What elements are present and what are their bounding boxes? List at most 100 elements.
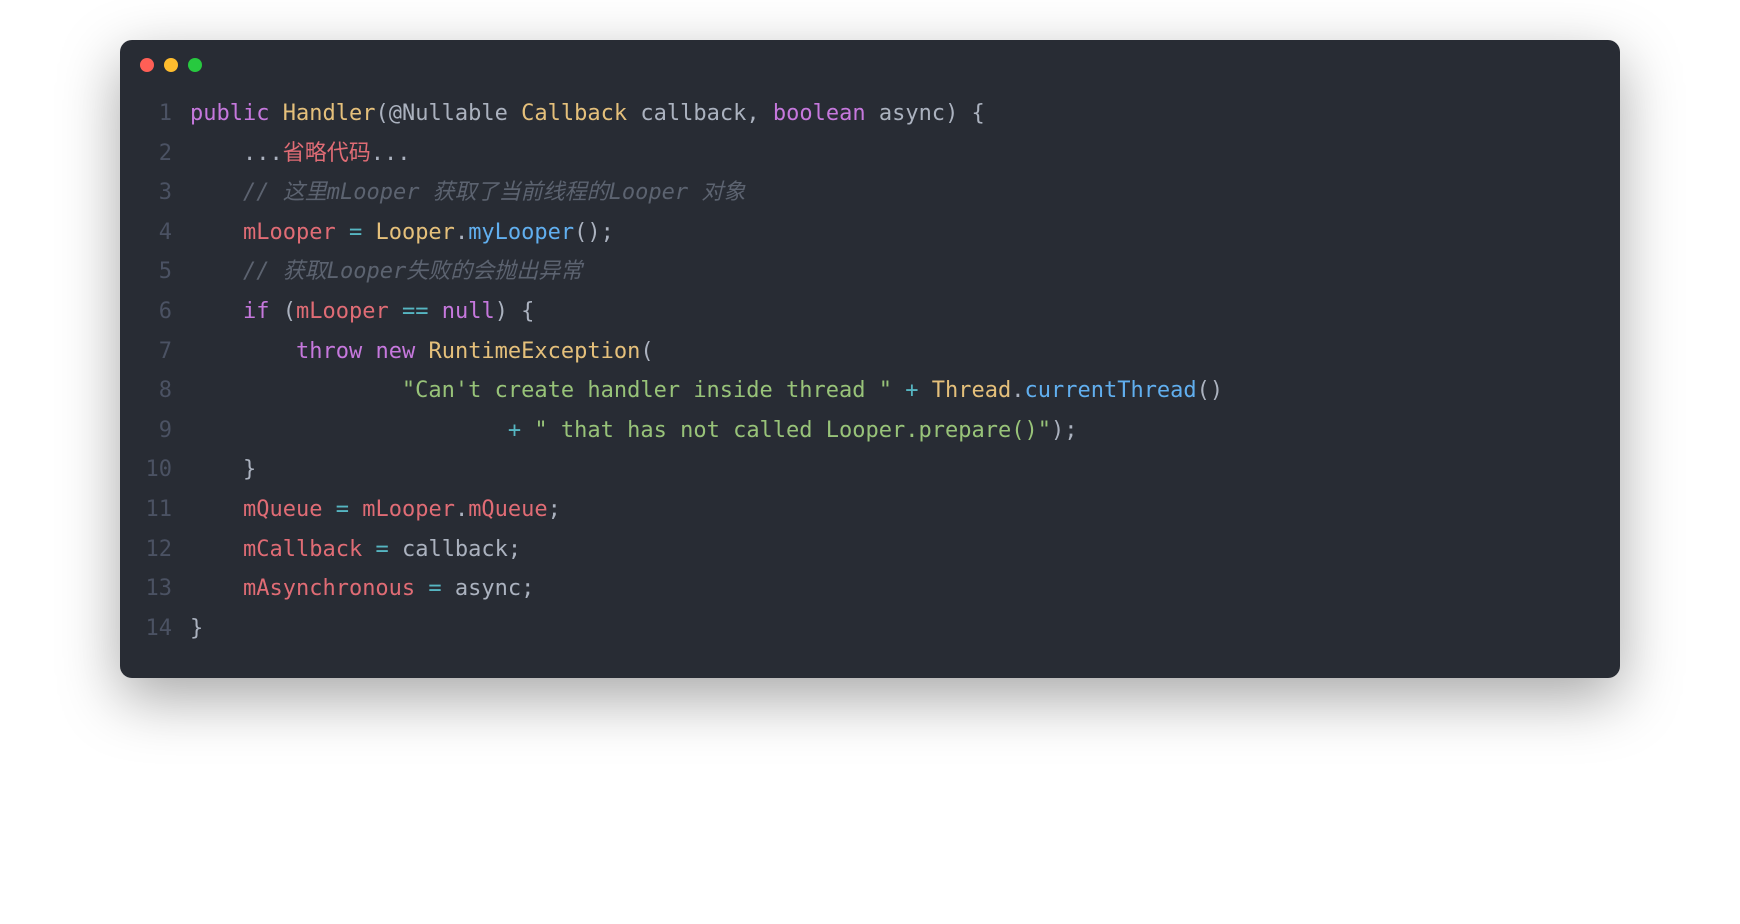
line-number: 10: [120, 450, 190, 490]
line-number: 12: [120, 530, 190, 570]
code-line: 10 }: [120, 450, 1620, 490]
token-ident: mQueue: [468, 497, 547, 522]
window-zoom-icon[interactable]: [188, 58, 202, 72]
token-keyword: new: [375, 339, 415, 364]
token-punct: .: [1011, 378, 1024, 403]
code-content: public Handler(@Nullable Callback callba…: [190, 94, 1620, 134]
token-default: [190, 457, 243, 482]
token-default: [190, 378, 402, 403]
code-editor[interactable]: 1public Handler(@Nullable Callback callb…: [120, 82, 1620, 678]
token-keyword: public: [190, 101, 269, 126]
token-op: =: [349, 220, 362, 245]
code-line: 2 ...省略代码...: [120, 134, 1620, 174]
token-ident: mCallback: [243, 537, 362, 562]
code-content: // 这里mLooper 获取了当前线程的Looper 对象: [190, 173, 1620, 213]
code-content: if (mLooper == null) {: [190, 292, 1620, 332]
code-line: 13 mAsynchronous = async;: [120, 569, 1620, 609]
token-punct: }: [243, 457, 256, 482]
window-minimize-icon[interactable]: [164, 58, 178, 72]
line-number: 11: [120, 490, 190, 530]
token-default: [190, 299, 243, 324]
token-default: [190, 180, 243, 205]
token-default: [521, 418, 534, 443]
token-ident: 省略代码: [283, 141, 371, 166]
token-default: [190, 576, 243, 601]
token-default: [322, 497, 335, 522]
line-number: 8: [120, 371, 190, 411]
token-param: callback: [402, 537, 508, 562]
token-type: RuntimeException: [428, 339, 640, 364]
token-ident: mLooper: [362, 497, 455, 522]
token-default: [269, 299, 282, 324]
code-content: }: [190, 609, 1620, 649]
line-number: 7: [120, 332, 190, 372]
line-number: 3: [120, 173, 190, 213]
line-number: 6: [120, 292, 190, 332]
token-punct: ();: [574, 220, 614, 245]
token-default: [389, 299, 402, 324]
token-param: async: [879, 101, 945, 126]
token-ident: mLooper: [243, 220, 336, 245]
token-default: [190, 259, 243, 284]
token-keyword: boolean: [773, 101, 866, 126]
token-anno: @Nullable: [389, 101, 508, 126]
token-punct: .: [455, 220, 468, 245]
token-punct: (: [640, 339, 653, 364]
token-default: [349, 497, 362, 522]
token-param: async: [455, 576, 521, 601]
line-number: 13: [120, 569, 190, 609]
token-punct: .: [455, 497, 468, 522]
code-content: "Can't create handler inside thread " + …: [190, 371, 1620, 411]
token-default: [389, 537, 402, 562]
token-keyword: null: [442, 299, 495, 324]
token-default: [190, 497, 243, 522]
code-window: 1public Handler(@Nullable Callback callb…: [120, 40, 1620, 678]
token-default: [336, 220, 349, 245]
token-punct: (: [283, 299, 296, 324]
token-default: [919, 378, 932, 403]
token-op: ==: [402, 299, 429, 324]
token-comment: // 获取Looper失败的会抛出异常: [243, 259, 582, 284]
token-keyword: if: [243, 299, 270, 324]
token-string: "Can't create handler inside thread ": [402, 378, 892, 403]
token-ident: mLooper: [296, 299, 389, 324]
token-string: " that has not called Looper.prepare()": [534, 418, 1051, 443]
token-op: +: [905, 378, 918, 403]
code-content: mCallback = callback;: [190, 530, 1620, 570]
token-default: ...: [371, 141, 411, 166]
token-op: =: [428, 576, 441, 601]
code-line: 5 // 获取Looper失败的会抛出异常: [120, 252, 1620, 292]
window-close-icon[interactable]: [140, 58, 154, 72]
code-content: }: [190, 450, 1620, 490]
token-default: [362, 537, 375, 562]
code-content: + " that has not called Looper.prepare()…: [190, 411, 1620, 451]
token-type: Callback: [521, 101, 627, 126]
token-comment: // 这里mLooper 获取了当前线程的Looper 对象: [243, 180, 745, 205]
token-punct: (): [1197, 378, 1224, 403]
token-default: [362, 220, 375, 245]
code-line: 1public Handler(@Nullable Callback callb…: [120, 94, 1620, 134]
token-default: ...: [190, 141, 283, 166]
token-default: [866, 101, 879, 126]
token-punct: ) {: [495, 299, 535, 324]
token-type: Thread: [932, 378, 1011, 403]
code-content: mQueue = mLooper.mQueue;: [190, 490, 1620, 530]
token-default: [190, 339, 296, 364]
line-number: 2: [120, 134, 190, 174]
token-ident: mAsynchronous: [243, 576, 415, 601]
token-keyword: throw: [296, 339, 362, 364]
code-line: 7 throw new RuntimeException(: [120, 332, 1620, 372]
token-type: Handler: [283, 101, 376, 126]
token-default: [362, 339, 375, 364]
line-number: 4: [120, 213, 190, 253]
token-param: callback: [640, 101, 746, 126]
token-default: [892, 378, 905, 403]
token-punct: }: [190, 616, 203, 641]
token-default: [190, 537, 243, 562]
code-content: ...省略代码...: [190, 134, 1620, 174]
code-content: // 获取Looper失败的会抛出异常: [190, 252, 1620, 292]
line-number: 14: [120, 609, 190, 649]
code-content: throw new RuntimeException(: [190, 332, 1620, 372]
code-content: mLooper = Looper.myLooper();: [190, 213, 1620, 253]
token-default: [442, 576, 455, 601]
